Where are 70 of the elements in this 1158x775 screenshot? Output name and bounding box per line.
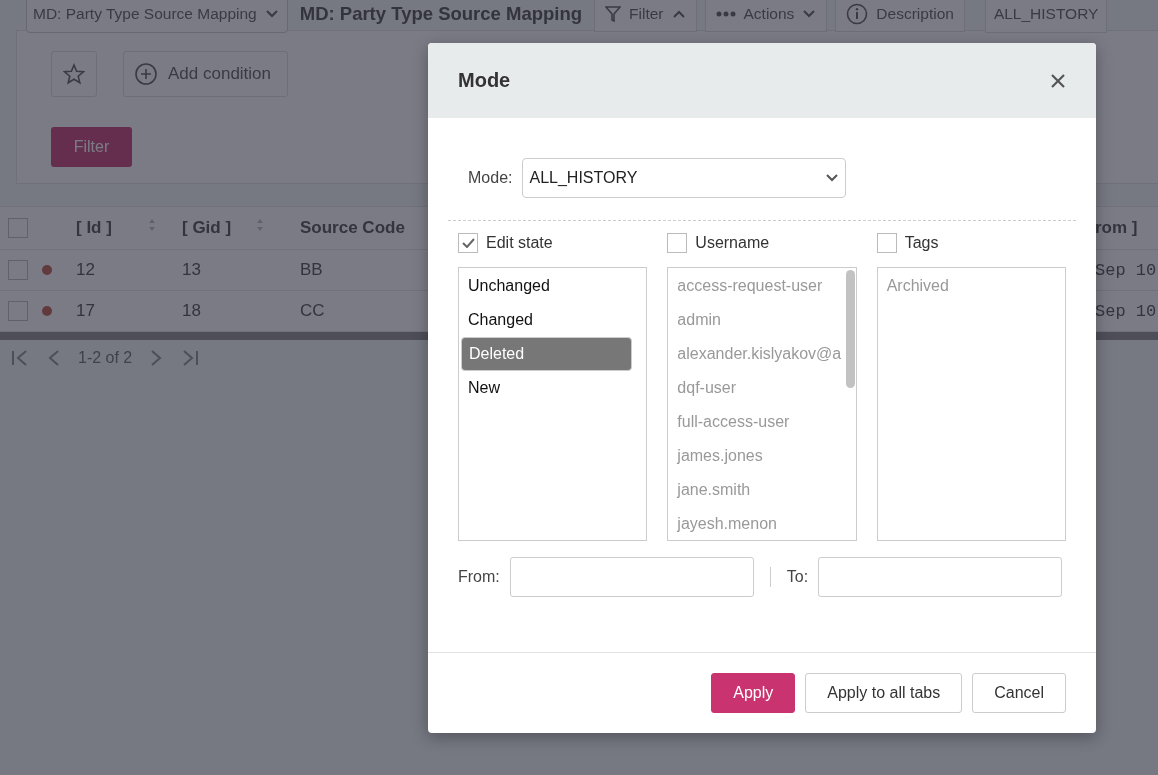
list-option[interactable]: admin	[670, 303, 842, 337]
mode-select[interactable]: ALL_HISTORY	[522, 158, 847, 198]
checkbox[interactable]	[8, 260, 28, 280]
close-icon	[1050, 72, 1066, 89]
toolbar-button[interactable]: Description	[835, 0, 965, 32]
from-label: From:	[458, 568, 500, 586]
mode-label: Mode:	[468, 169, 513, 187]
table-cell: Sep 10	[1095, 301, 1157, 321]
checkbox[interactable]	[667, 233, 688, 253]
dialog-button[interactable]: Cancel	[972, 673, 1066, 713]
list-option[interactable]: dqf-user	[670, 371, 842, 405]
mode-badge[interactable]: ALL_HISTORY	[984, 0, 1108, 33]
column-header[interactable]: rom ]	[1095, 218, 1138, 237]
status-dot	[42, 265, 52, 275]
sort-icon[interactable]	[148, 218, 156, 232]
list-option[interactable]: Changed	[461, 303, 633, 337]
add-condition-button[interactable]: Add condition	[123, 51, 289, 97]
list-option[interactable]: Unchanged	[461, 269, 633, 303]
checkbox-label: Edit state	[486, 234, 553, 252]
sort-icon[interactable]	[256, 218, 264, 232]
favorite-button[interactable]	[51, 51, 97, 97]
column-header[interactable]: [ Gid ]	[182, 218, 232, 238]
column-header[interactable]: Source Code	[300, 218, 405, 237]
table-cell: 13	[182, 260, 201, 280]
list-option[interactable]: james.jones	[670, 439, 842, 473]
dialog-title: Mode	[458, 69, 511, 92]
list-option[interactable]: access-request-user	[670, 269, 842, 303]
list-option[interactable]: jane.smith	[670, 473, 842, 507]
status-dot	[42, 306, 52, 316]
list-option[interactable]: alexander.kislyakov@a	[670, 337, 842, 371]
toolbar-button[interactable]: Filter	[594, 0, 697, 32]
list-option[interactable]: Deleted	[461, 337, 633, 371]
chevron-down-icon	[825, 173, 840, 183]
filter-button[interactable]: Filter	[51, 127, 132, 167]
check-icon	[461, 238, 475, 248]
column-header[interactable]: [ Id ]	[76, 218, 112, 238]
page-title: MD: Party Type Source Mapping	[299, 3, 583, 25]
table-cell: 18	[182, 301, 201, 321]
to-field[interactable]	[818, 557, 1063, 597]
info-icon	[846, 3, 869, 25]
chevron-up-icon	[671, 9, 686, 19]
checkbox[interactable]	[8, 218, 28, 238]
list-option[interactable]: Archived	[879, 269, 1051, 303]
toolbar-button[interactable]: Actions	[704, 0, 828, 32]
dots-icon	[715, 11, 736, 17]
checkbox[interactable]	[8, 301, 28, 321]
chevron-down-icon	[264, 9, 279, 19]
list-option[interactable]: New	[461, 371, 633, 405]
list-option[interactable]: jayesh.menon	[670, 507, 842, 540]
table-cell: Sep 10	[1095, 260, 1157, 280]
checkbox-label: Tags	[904, 234, 939, 252]
to-label: To:	[786, 568, 809, 586]
dialog-button[interactable]: Apply	[711, 673, 796, 713]
funnel-icon	[605, 5, 622, 23]
checkbox[interactable]	[458, 233, 478, 253]
close-button[interactable]	[1050, 72, 1066, 89]
table-cell: 17	[76, 301, 95, 321]
table-cell: 12	[76, 260, 95, 280]
module-select[interactable]: MD: Party Type Source Mapping	[26, 0, 288, 33]
checkbox-label: Username	[695, 234, 770, 252]
table-cell: BB	[300, 260, 323, 279]
table-cell: CC	[300, 301, 325, 320]
plus-circle-icon	[134, 62, 158, 86]
scrollbar-thumb[interactable]	[845, 270, 855, 388]
star-icon	[63, 63, 85, 85]
list-option[interactable]: full-access-user	[670, 405, 842, 439]
dialog-button[interactable]: Apply to all tabs	[805, 673, 963, 713]
checkbox[interactable]	[876, 233, 897, 253]
chevron-down-icon	[802, 9, 817, 19]
from-field[interactable]	[509, 557, 754, 597]
